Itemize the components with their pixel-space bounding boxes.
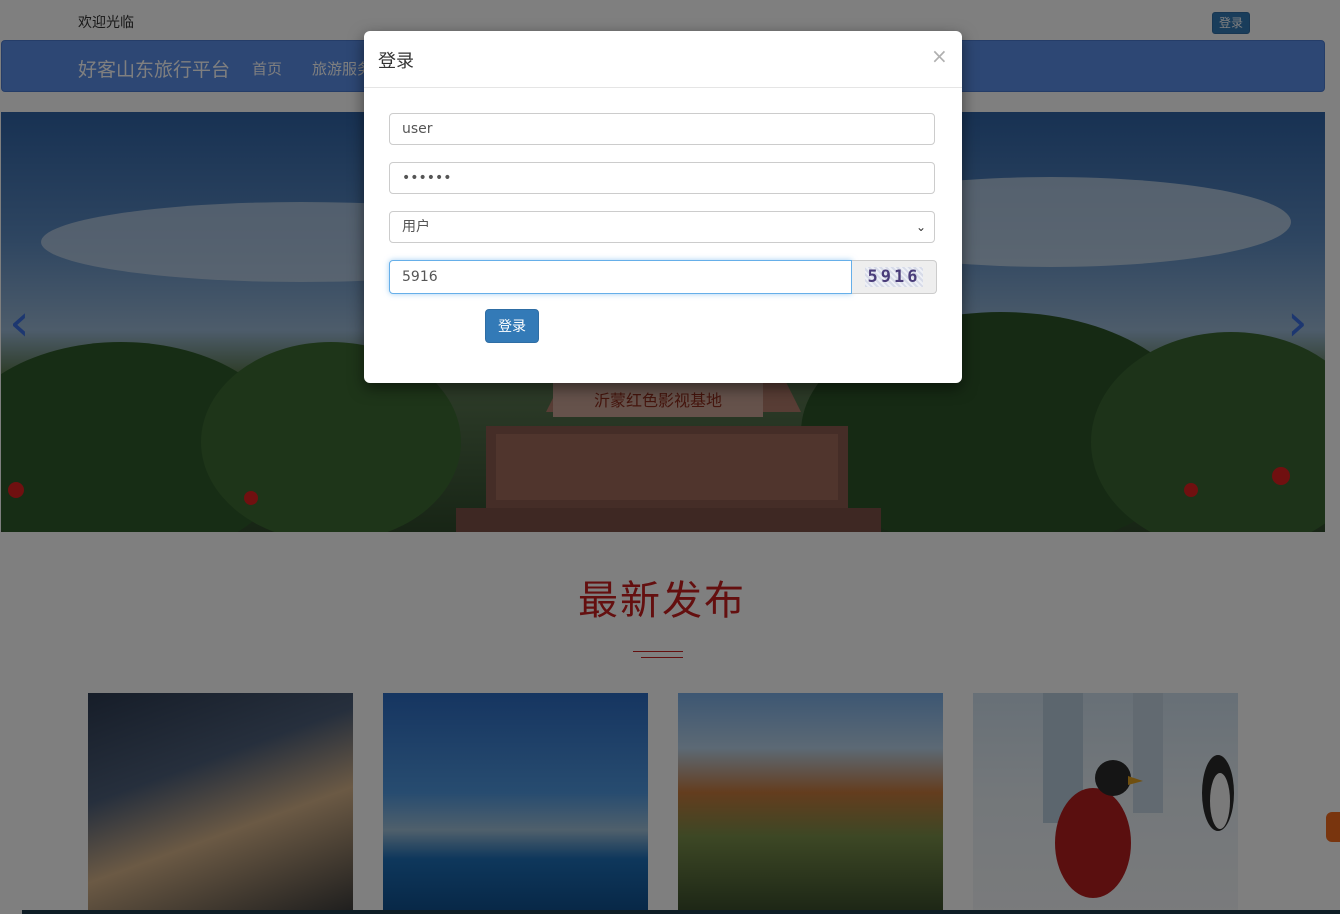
close-icon[interactable]: ×: [931, 44, 948, 68]
captcha-image[interactable]: 5916: [865, 267, 923, 287]
role-select[interactable]: 用户: [389, 211, 935, 243]
captcha-input[interactable]: [389, 260, 852, 294]
modal-header: 登录 ×: [364, 31, 962, 88]
login-modal: 登录 × 用户 ⌄ 5916 登录: [364, 31, 962, 383]
modal-title: 登录: [378, 51, 414, 72]
captcha-addon: 5916: [852, 260, 937, 294]
username-input[interactable]: [389, 113, 935, 145]
login-submit-button[interactable]: 登录: [485, 309, 539, 343]
password-input[interactable]: [389, 162, 935, 194]
